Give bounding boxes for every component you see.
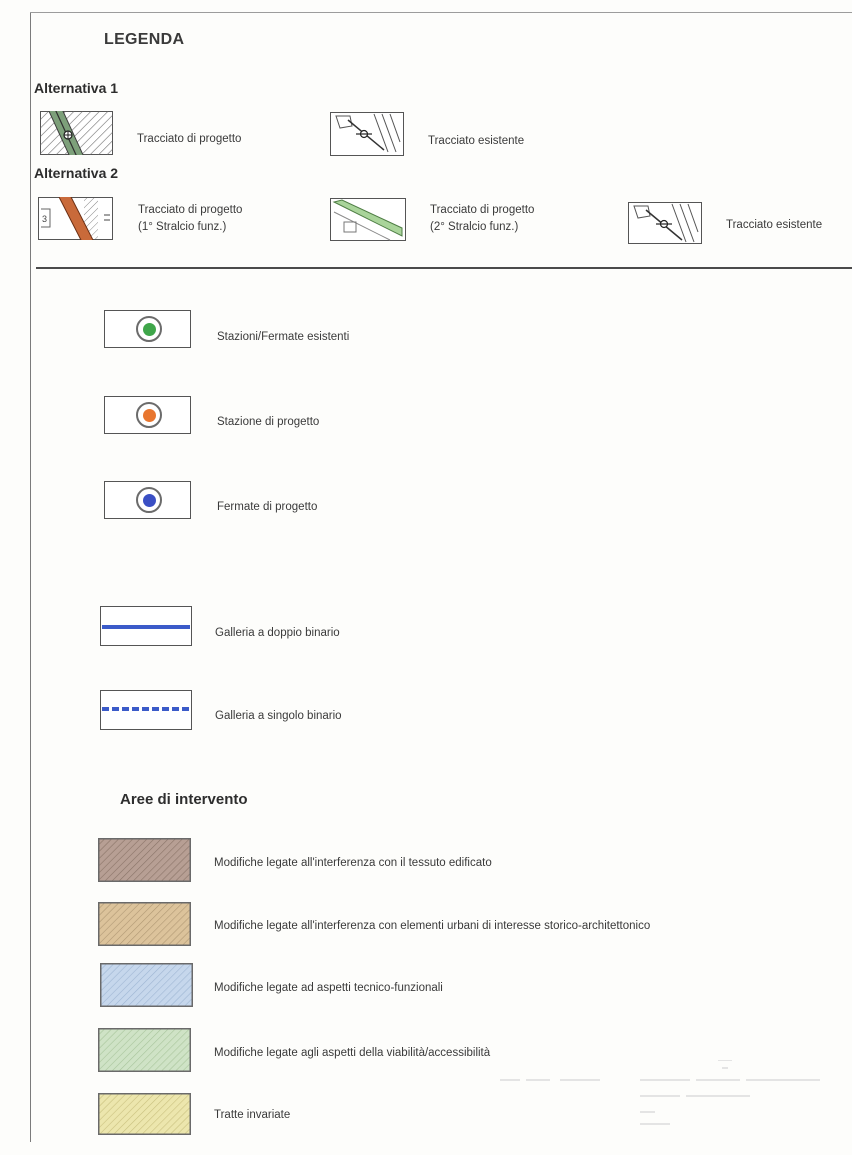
track-green-icon — [330, 198, 406, 241]
area-swatch-tessuto-edificato — [98, 838, 191, 882]
alt2-progetto1-label-line2: (1° Stralcio funz.) — [138, 221, 227, 233]
existing-station-label: Stazioni/Fermate esistenti — [217, 331, 350, 343]
svg-text:3: 3 — [42, 214, 47, 224]
area-label-viabilita: Modifiche legate agli aspetti della viab… — [214, 1047, 491, 1059]
areas-heading: Aree di intervento — [120, 791, 248, 808]
existing-track-icon — [330, 112, 404, 156]
legend-title: LEGENDA — [104, 31, 185, 48]
project-stop-label: Fermate di progetto — [217, 501, 318, 513]
existing-station-symbol — [104, 310, 191, 348]
alt1-tracciato-progetto-label: Tracciato di progetto — [137, 133, 242, 145]
section-separator — [36, 267, 852, 269]
area-swatch-tratte-invariate — [98, 1093, 191, 1135]
project-station-symbol — [104, 396, 191, 434]
alt2-progetto1-label-line1: Tracciato di progetto — [138, 204, 243, 216]
double-track-tunnel-label: Galleria a doppio binario — [215, 627, 340, 639]
hatched-track-green-icon — [40, 108, 113, 158]
alt2-progetto2-label-line2: (2° Stralcio funz.) — [430, 221, 519, 233]
alt1-tracciato-esistente-label: Tracciato esistente — [428, 135, 525, 147]
alternativa-2-heading: Alternativa 2 — [34, 165, 119, 181]
project-station-dot — [143, 409, 156, 422]
faint-stamp-marks — [500, 1060, 820, 1125]
area-swatch-viabilita — [98, 1028, 191, 1072]
area-label-storico-architettonico: Modifiche legate all'interferenza con el… — [214, 920, 651, 932]
double-track-tunnel-symbol — [100, 606, 192, 646]
alt2-progetto2-label-line1: Tracciato di progetto — [430, 204, 535, 216]
alt2-tracciato-esistente-label: Tracciato esistente — [726, 219, 823, 231]
area-swatch-storico-architettonico — [98, 902, 191, 946]
area-label-tratte-invariate: Tratte invariate — [214, 1109, 291, 1121]
single-track-tunnel-symbol — [100, 690, 192, 730]
area-label-tessuto-edificato: Modifiche legate all'interferenza con il… — [214, 857, 492, 869]
area-label-tecnico-funzionali: Modifiche legate ad aspetti tecnico-funz… — [214, 982, 443, 994]
alternativa-1-heading: Alternativa 1 — [34, 80, 119, 96]
existing-track-icon-2 — [628, 202, 702, 244]
single-track-tunnel-label: Galleria a singolo binario — [215, 710, 342, 722]
existing-station-dot — [143, 323, 156, 336]
area-swatch-tecnico-funzionali — [100, 963, 193, 1007]
track-orange-icon: 3 — [38, 194, 113, 243]
page-border-left — [30, 12, 31, 1142]
project-stop-symbol — [104, 481, 191, 519]
project-station-label: Stazione di progetto — [217, 416, 320, 428]
project-stop-dot — [143, 494, 156, 507]
page-border-top — [30, 12, 852, 13]
